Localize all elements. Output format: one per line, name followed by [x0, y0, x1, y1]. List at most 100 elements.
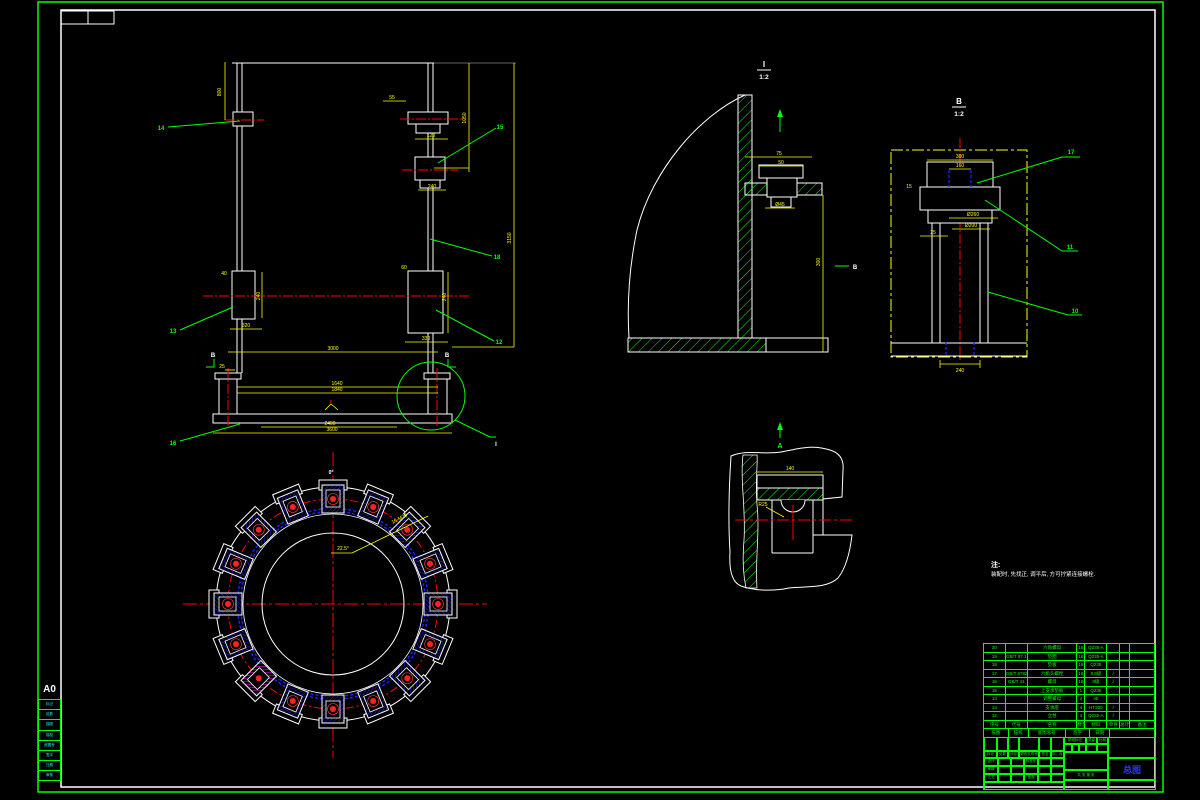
- bom-cell-weight-each: /: [1107, 669, 1121, 678]
- dim-text: 60: [401, 265, 407, 271]
- sheets-label: 共 张 第 张: [1064, 770, 1108, 780]
- bom-cell-code: [1005, 661, 1028, 670]
- dim-text: 240: [256, 292, 262, 301]
- margin-strip-row: 标记: [38, 699, 61, 710]
- bom-cell-name: 六角头螺栓: [1027, 669, 1078, 678]
- bom-cell-remark: [1130, 712, 1155, 721]
- sheet-size-label: A0: [43, 684, 56, 695]
- bom-cell-weight-each: [1107, 695, 1121, 704]
- scale-label: 比例: [1097, 737, 1108, 744]
- bom-cell-name: 调整螺母: [1027, 695, 1078, 704]
- sign-label: 工艺: [984, 774, 998, 782]
- bom-cell-name: 支承座: [1027, 703, 1078, 712]
- dim-text: Ø45: [775, 202, 785, 208]
- bom-cell-qty: 16: [1077, 644, 1086, 653]
- dim-text: 320: [242, 323, 251, 329]
- bom-header-cell: 总计: [1120, 720, 1131, 729]
- bom-cell-material: Q235-A: [1085, 652, 1108, 661]
- margin-strip-row: 处数: [38, 709, 61, 720]
- bom-cell-weight-each: /: [1107, 678, 1121, 687]
- section-flag-b: B: [853, 265, 858, 271]
- margin-strip-row: 描图: [38, 719, 61, 730]
- part-leader-label: 16: [170, 441, 177, 447]
- bom-cell-no: 16: [984, 678, 1006, 687]
- part-leader-label: 11: [1067, 245, 1074, 251]
- change-header-cell: 处数: [997, 751, 1008, 758]
- bom-row: 15 上支承垫板 1 Q235: [984, 686, 1155, 695]
- bom-cell-weight-total: [1120, 712, 1131, 721]
- change-header-cell: 更改文件号: [1019, 751, 1039, 758]
- dim-text: 1050: [462, 112, 468, 123]
- dim-text: 160: [956, 163, 965, 169]
- dim-text: 240: [428, 184, 437, 190]
- bom-cell-weight-total: [1120, 686, 1131, 695]
- bom-cell-code: [1005, 686, 1028, 695]
- dim-text: 800: [217, 88, 223, 97]
- bom-cell-name: 六角螺母: [1027, 644, 1078, 653]
- bom-cell-no: 15: [984, 686, 1006, 695]
- part-leader-label: 14: [158, 126, 165, 132]
- bom-row: 18 垫板 16 Q235: [984, 661, 1155, 670]
- bom-cell-name: 垫板: [1027, 661, 1078, 670]
- datum-label: 0°: [329, 470, 334, 476]
- dim-text: Ø200: [965, 223, 977, 229]
- angle-dim-text: 22.5°: [337, 546, 349, 552]
- bom-cell-material: Q235-A: [1085, 712, 1108, 721]
- bom-row: 17 GB/T 5782 六角头螺栓 16 8.8级 /: [984, 669, 1155, 678]
- bom-row: 19 GB/T 97.1 垫圈 16 Q235-A: [984, 652, 1155, 661]
- bom-cell-name: 上支承垫板: [1027, 686, 1078, 695]
- bom-cell-material: HT200: [1085, 703, 1108, 712]
- bom-cell-qty: 16: [1077, 669, 1086, 678]
- detail-view-scale: 1:2: [759, 74, 769, 81]
- section-view-title: A: [777, 443, 782, 450]
- margin-strip-row: 签字: [38, 749, 61, 761]
- bom-cell-qty: 4: [1077, 703, 1086, 712]
- side-view-scale: 1:2: [954, 111, 964, 118]
- bom-cell-weight-total: [1120, 703, 1131, 712]
- bom-cell-no: 17: [984, 669, 1006, 678]
- bom-cell-no: 13: [984, 703, 1006, 712]
- bom-header-cell: 材料: [1085, 720, 1108, 729]
- bom-row: 13 支承座 4 HT200 /: [984, 703, 1155, 712]
- bom-cell-no: 18: [984, 661, 1006, 670]
- bom-cell-material: 8级: [1085, 678, 1108, 687]
- bom-table: 20 六角螺母 16 Q235-A 19 GB/T 97.1 垫圈 16 Q23…: [983, 643, 1156, 738]
- bom-cell-qty: 16: [1077, 661, 1086, 670]
- bom-cell-weight-each: [1107, 652, 1121, 661]
- change-header-cell: 标记: [984, 751, 997, 758]
- bom-cell-qty: 16: [1077, 678, 1086, 687]
- part-leader-label: 10: [1072, 309, 1079, 315]
- dim-text: 140: [786, 466, 795, 472]
- bom-cell-weight-each: [1107, 686, 1121, 695]
- title-block: 标记 处数 分区 更改文件号 签名 年、月、日 设计 标准化 审核 工艺 批准 …: [983, 737, 1156, 790]
- detail-ref-label: I: [495, 442, 497, 448]
- bom-cell-weight-total: [1120, 695, 1131, 704]
- bom-header-cell: 序号: [984, 720, 1006, 729]
- part-leader-label: 12: [496, 340, 503, 346]
- dim-text: Ø260: [967, 212, 979, 218]
- bom-cell-remark: [1130, 686, 1155, 695]
- bom-cell-material: Q235: [1085, 686, 1108, 695]
- bom-cell-code: GB/T 5782: [1005, 669, 1028, 678]
- bom-row: 12 立柱 4 Q235-A /: [984, 712, 1155, 721]
- ring-view: 22.5° 16-M20 0°: [183, 452, 487, 758]
- bom-cell-code: [1005, 712, 1028, 721]
- bom-cell-qty: 4: [1077, 695, 1086, 704]
- detail-view-i: I 1:2 75 50 Ø45 300 B: [627, 60, 858, 353]
- dim-text: 3000: [327, 346, 338, 352]
- bom-cell-no: 12: [984, 712, 1006, 721]
- dim-text: 330: [422, 336, 431, 342]
- bom-header-cell: 备注: [1130, 720, 1155, 729]
- bom-cell-name: 垫圈: [1027, 652, 1078, 661]
- bom-cell-material: Q235: [1085, 661, 1108, 670]
- bom-cell-weight-total: [1120, 669, 1131, 678]
- dim-text: 25: [930, 230, 936, 236]
- drawing-note: 注: 装配时, 先找正, 调平后, 方可拧紧连接螺栓.: [991, 560, 1095, 578]
- dim-text: 55: [389, 95, 395, 101]
- sign-label: 批准: [1024, 774, 1038, 782]
- bom-cell-remark: [1130, 695, 1155, 704]
- dim-text: 40: [221, 271, 227, 277]
- part-leader-label: 15: [497, 125, 504, 131]
- bom-row: 16 GB/T 41 螺母 16 8级 /: [984, 678, 1155, 687]
- bom-cell-weight-each: [1107, 644, 1121, 653]
